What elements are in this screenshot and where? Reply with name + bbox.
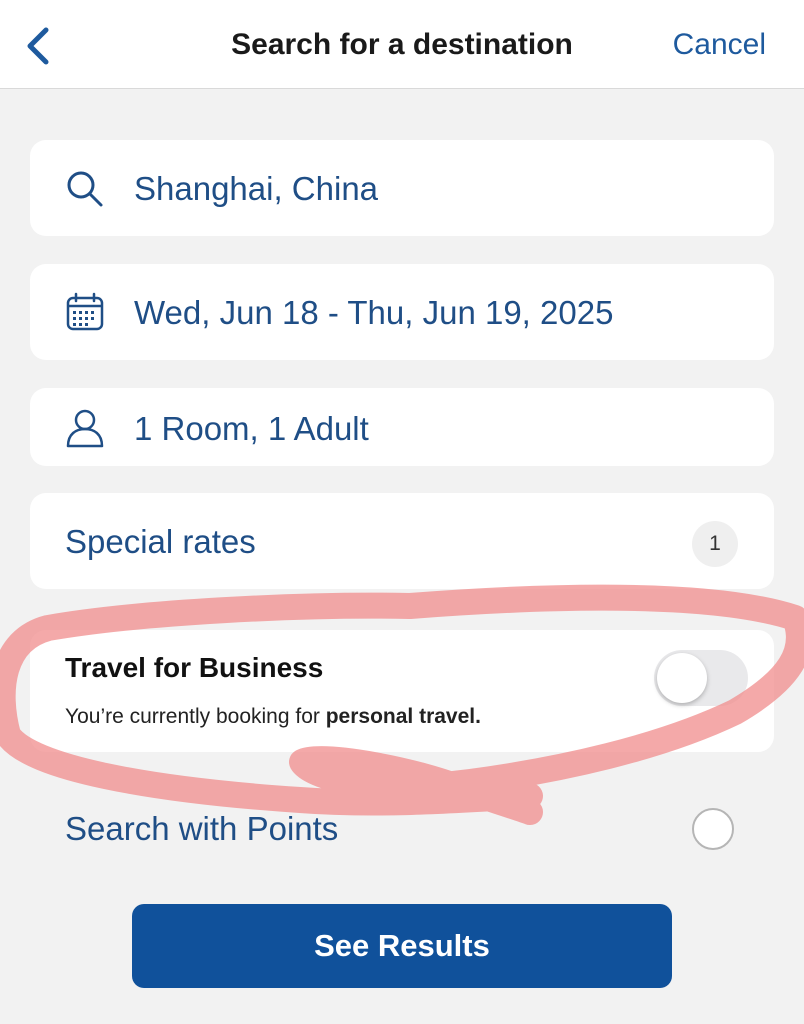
occupancy-value: 1 Room, 1 Adult xyxy=(134,410,369,447)
business-travel-toggle[interactable] xyxy=(654,650,748,706)
header-bar: Search for a destination Cancel xyxy=(0,0,804,89)
destination-field[interactable]: Shanghai, China xyxy=(30,140,774,236)
search-icon xyxy=(67,171,103,207)
toggle-knob xyxy=(657,653,707,703)
cancel-button[interactable]: Cancel xyxy=(673,28,766,62)
special-rates-count-badge: 1 xyxy=(692,521,738,567)
destination-value: Shanghai, China xyxy=(134,170,379,207)
business-travel-subtitle: You’re currently booking for personal tr… xyxy=(65,705,481,728)
person-icon xyxy=(66,409,104,448)
special-rates-row[interactable]: Special rates 1 xyxy=(30,493,774,589)
dates-value: Wed, Jun 18 - Thu, Jun 19, 2025 xyxy=(134,294,614,331)
search-with-points-radio[interactable] xyxy=(692,808,734,850)
business-travel-row: Travel for Business You’re currently boo… xyxy=(30,630,774,752)
see-results-button[interactable]: See Results xyxy=(132,904,672,988)
dates-field[interactable]: Wed, Jun 18 - Thu, Jun 19, 2025 xyxy=(30,264,774,360)
search-with-points-label[interactable]: Search with Points xyxy=(65,810,338,848)
special-rates-label: Special rates xyxy=(65,523,256,560)
occupancy-field[interactable]: 1 Room, 1 Adult xyxy=(30,388,774,466)
travel-type-value: personal travel. xyxy=(325,705,481,728)
calendar-icon xyxy=(66,292,104,331)
business-travel-title: Travel for Business xyxy=(65,652,324,683)
